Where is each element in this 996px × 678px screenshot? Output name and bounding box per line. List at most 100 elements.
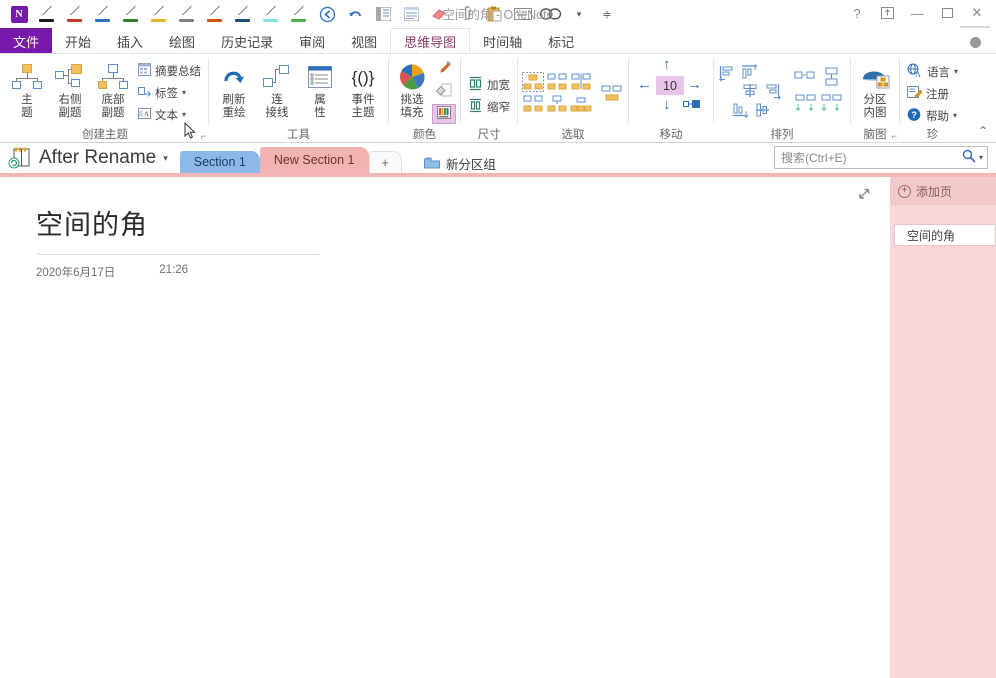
keyboard-icon[interactable] [510, 2, 536, 26]
pick-fill-button[interactable]: 挑选 填充 [393, 58, 431, 120]
language-button[interactable]: A 语言 ▾ [904, 61, 961, 82]
align-left-icon[interactable] [718, 64, 736, 85]
ribbon-display-options-button[interactable] [872, 2, 902, 24]
page-time[interactable]: 21:26 [159, 264, 188, 280]
dialog-launcher-mindmap[interactable]: ⌐ [892, 131, 897, 141]
undo-icon[interactable] [342, 2, 368, 26]
tab-insert[interactable]: 插入 [104, 28, 156, 54]
select-icon-6[interactable] [570, 94, 594, 116]
widen-button[interactable]: 加宽 [465, 75, 513, 96]
qat-dropdown-icon[interactable]: ▾ [566, 2, 592, 26]
align-top-icon[interactable] [740, 64, 758, 83]
dialog-launcher-create-topic[interactable]: ⌐ [201, 131, 206, 141]
distribute-v-icon[interactable] [820, 67, 846, 93]
back-icon[interactable] [314, 2, 340, 26]
summary-button[interactable]: 摘要总结 [135, 60, 204, 81]
search-icon[interactable] [962, 149, 976, 166]
tab-mindmap[interactable]: 思维导图 [390, 28, 470, 54]
tab-view[interactable]: 视图 [338, 28, 390, 54]
event-topic-button[interactable]: {()} 事件 主题 [342, 58, 384, 120]
refresh-redraw-button[interactable]: 刷新 重绘 [213, 58, 255, 120]
select-icon-1[interactable] [522, 72, 546, 94]
spread-h-icon[interactable] [794, 93, 820, 119]
page-canvas[interactable]: 空间的角 2020年6月17日 21:26 [0, 177, 890, 678]
search-input[interactable]: 搜索(Ctrl+E) ▾ [774, 146, 988, 169]
bottom-subtopic-button[interactable]: 底部 副题 [92, 58, 134, 120]
section-tab-section-1[interactable]: Section 1 [180, 151, 260, 173]
pen-navy-icon[interactable] [230, 2, 256, 26]
pen-blue-icon[interactable] [90, 2, 116, 26]
pen-green-icon[interactable] [118, 2, 144, 26]
select-icon-4[interactable] [522, 94, 546, 116]
page-date[interactable]: 2020年6月17日 [36, 264, 115, 280]
tab-timeline[interactable]: 时间轴 [470, 28, 535, 54]
tab-file[interactable]: 文件 [0, 28, 52, 54]
page-title[interactable]: 空间的角 [36, 203, 890, 242]
move-step-value[interactable]: 10 [656, 76, 684, 95]
eyedropper-button[interactable] [432, 60, 456, 80]
tab-home[interactable]: 开始 [52, 28, 104, 54]
tab-mark[interactable]: 标记 [535, 28, 587, 54]
section-map-button[interactable]: 分区 内图 [855, 58, 895, 120]
select-icon-3[interactable] [570, 72, 594, 94]
pen-orange-icon[interactable] [202, 2, 228, 26]
minimize-button[interactable]: — [902, 2, 932, 24]
move-up-button[interactable]: ↑ [663, 56, 671, 73]
qat-more-icon[interactable]: ≑ [594, 2, 620, 26]
attachment-icon[interactable] [454, 2, 480, 26]
spread-v-icon[interactable] [820, 93, 846, 119]
tab-review[interactable]: 审阅 [286, 28, 338, 54]
page-list-item[interactable]: 空间的角 [894, 224, 996, 246]
align-bottom-icon[interactable] [731, 103, 749, 122]
move-snap-icon[interactable] [683, 99, 701, 113]
right-subtopic-button[interactable]: 右侧 副题 [49, 58, 91, 120]
add-section-button[interactable]: + [369, 151, 402, 173]
align-middle-icon[interactable] [754, 103, 772, 122]
pen-yellow-icon[interactable] [146, 2, 172, 26]
onenote-link-icon[interactable] [538, 2, 564, 26]
select-icon-5[interactable] [546, 94, 570, 116]
register-button[interactable]: 注册 [904, 83, 961, 104]
pen-black-icon[interactable] [34, 2, 60, 26]
select-icon-2[interactable] [546, 72, 570, 94]
full-page-icon[interactable] [398, 2, 424, 26]
pen-lightgreen-icon[interactable] [286, 2, 312, 26]
pen-cyan-icon[interactable] [258, 2, 284, 26]
paste-icon[interactable] [482, 2, 508, 26]
close-button[interactable]: ✕ [962, 2, 992, 24]
narrow-button[interactable]: 缩窄 [465, 97, 513, 118]
section-tab-new-section-1[interactable]: New Section 1 [260, 147, 369, 173]
properties-button[interactable]: 属 性 [299, 58, 341, 120]
expand-page-icon[interactable] [856, 186, 872, 205]
paint-bucket-button[interactable] [432, 82, 456, 102]
notebook-selector[interactable]: After Rename ▾ [0, 147, 168, 169]
text-label: 文本 [155, 107, 178, 123]
help-button[interactable]: ? [842, 2, 872, 24]
gradient-button[interactable] [432, 104, 456, 124]
group-title-mindmap: 脑图 ⌐ [851, 126, 899, 142]
distribute-h-icon[interactable] [794, 67, 820, 93]
tab-history[interactable]: 历史记录 [208, 28, 286, 54]
move-down-button[interactable]: ↓ [663, 96, 671, 113]
text-button[interactable]: A 文本 ▾ [135, 104, 204, 125]
move-left-button[interactable]: ← [637, 76, 652, 93]
help-ribbon-button[interactable]: ? 帮助 ▾ [904, 105, 961, 126]
maximize-button[interactable] [932, 2, 962, 24]
tag-button[interactable]: 标签 ▾ [135, 82, 204, 103]
connector-button[interactable]: 连 接线 [256, 58, 298, 120]
page-title-divider [36, 254, 319, 255]
pen-gray-icon[interactable] [174, 2, 200, 26]
pen-red-icon[interactable] [62, 2, 88, 26]
eraser-icon[interactable] [426, 2, 452, 26]
select-icon-7[interactable] [600, 83, 624, 108]
panel-left-icon[interactable] [370, 2, 396, 26]
tab-draw[interactable]: 绘图 [156, 28, 208, 54]
add-page-button[interactable]: + 添加页 [890, 177, 996, 205]
collapse-ribbon-button[interactable]: ⌃ [978, 124, 988, 138]
align-center-icon[interactable] [741, 82, 759, 103]
move-right-button[interactable]: → [687, 76, 702, 93]
align-right-icon[interactable] [764, 82, 782, 103]
section-group-link[interactable]: 新分区组 [424, 154, 496, 173]
search-dropdown-icon[interactable]: ▾ [979, 153, 983, 162]
topic-button[interactable]: 主 题 [6, 58, 48, 120]
